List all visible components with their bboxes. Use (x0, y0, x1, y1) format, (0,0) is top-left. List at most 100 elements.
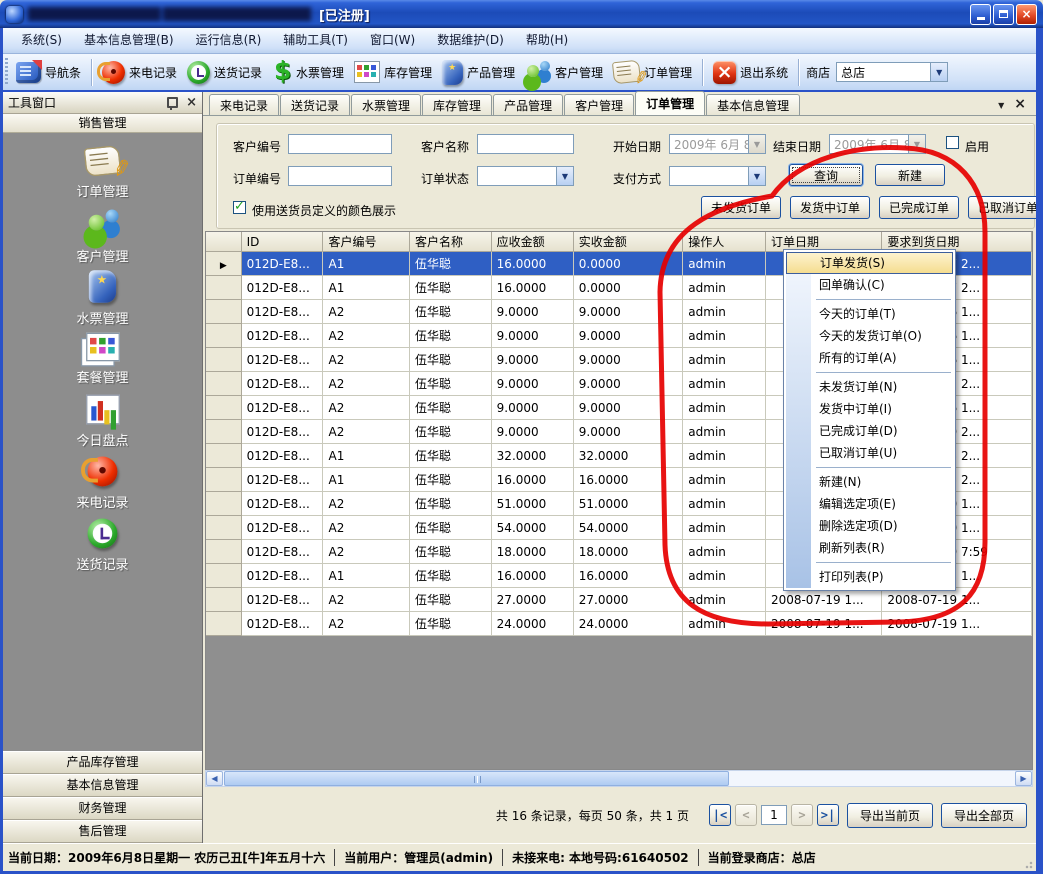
context-menu-item[interactable]: 已完成订单(D) (786, 420, 953, 442)
sidebar-item-delivery-record[interactable]: 送货记录 (28, 516, 178, 578)
order-status-select[interactable]: ▼ (477, 166, 574, 186)
tab-库存管理[interactable]: 库存管理 (422, 94, 492, 115)
column-header[interactable]: 客户名称 (409, 232, 491, 252)
close-button[interactable]: × (1016, 4, 1037, 25)
toolbar-delivery-record-button[interactable]: 送货记录 (182, 59, 267, 86)
status-filter-button[interactable]: 未发货订单 (701, 196, 781, 219)
tab-dropdown-icon[interactable] (998, 97, 1004, 111)
tab-基本信息管理[interactable]: 基本信息管理 (706, 94, 800, 115)
row-selector-cell[interactable] (206, 300, 241, 324)
menubar-item[interactable]: 运行信息(R) (185, 28, 273, 53)
resize-grip[interactable] (1025, 859, 1035, 869)
context-menu-item[interactable]: 编辑选定项(E) (786, 493, 953, 515)
context-menu-item[interactable]: 订单发货(S) (786, 252, 953, 274)
row-selector-cell[interactable] (206, 396, 241, 420)
tab-产品管理[interactable]: 产品管理 (493, 94, 563, 115)
customer-no-input[interactable] (288, 134, 392, 154)
toolbar-incoming-call-button[interactable]: 来电记录 (97, 59, 182, 86)
sidebar-group-bar[interactable]: 财务管理 (3, 797, 202, 820)
new-button[interactable]: 新建 (875, 164, 945, 186)
export-current-page-button[interactable]: 导出当前页 (847, 803, 933, 828)
row-selector-cell[interactable] (206, 612, 241, 636)
query-button[interactable]: 查询 (789, 164, 863, 186)
table-row[interactable]: 012D-E8...A2伍华聪24.000024.0000admin2008-0… (206, 612, 1032, 636)
maximize-button[interactable] (993, 4, 1014, 25)
toolbar-order-button[interactable]: 订单管理 (608, 59, 697, 85)
menubar-item[interactable]: 系统(S) (10, 28, 73, 53)
row-selector-cell[interactable] (206, 420, 241, 444)
row-selector-cell[interactable] (206, 564, 241, 588)
row-selector-cell[interactable] (206, 588, 241, 612)
pin-icon[interactable] (167, 97, 178, 108)
export-all-pages-button[interactable]: 导出全部页 (941, 803, 1027, 828)
last-page-button[interactable]: >| (817, 804, 839, 826)
tab-客户管理[interactable]: 客户管理 (564, 94, 634, 115)
sidebar-group-sales[interactable]: 销售管理 (3, 114, 202, 133)
tab-订单管理[interactable]: 订单管理 (635, 91, 705, 115)
row-selector-cell[interactable] (206, 468, 241, 492)
toolbar-exit-button[interactable]: 退出系统 (708, 59, 793, 86)
order-no-input[interactable] (288, 166, 392, 186)
horizontal-scrollbar[interactable]: ◀ ▶ (205, 770, 1033, 787)
column-header[interactable]: 客户编号 (323, 232, 409, 252)
end-date-picker[interactable]: 2009年 6月 8日 ▼ (829, 134, 926, 154)
sidebar-item-combo-package[interactable]: 套餐管理 (28, 330, 178, 392)
context-menu-item[interactable]: 打印列表(P) (786, 566, 953, 588)
column-header[interactable]: 应收金额 (491, 232, 573, 252)
tab-close-icon[interactable] (1014, 97, 1026, 111)
row-selector-cell[interactable] (206, 252, 241, 276)
sidebar-item-customer[interactable]: 客户管理 (28, 206, 178, 268)
context-menu-item[interactable]: 回单确认(C) (786, 274, 953, 296)
toolbar-navigator-button[interactable]: 导航条 (11, 60, 86, 85)
first-page-button[interactable]: |< (709, 804, 731, 826)
table-row[interactable]: 012D-E8...A2伍华聪27.000027.0000admin2008-0… (206, 588, 1032, 612)
context-menu-item[interactable]: 所有的订单(A) (786, 347, 953, 369)
tab-送货记录[interactable]: 送货记录 (280, 94, 350, 115)
column-header[interactable]: 实收金额 (573, 232, 683, 252)
sidebar-item-incoming-call[interactable]: 来电记录 (28, 454, 178, 516)
context-menu-item[interactable]: 删除选定项(D) (786, 515, 953, 537)
status-filter-button[interactable]: 已完成订单 (879, 196, 959, 219)
next-page-button[interactable]: > (791, 804, 813, 826)
minimize-button[interactable] (970, 4, 991, 25)
sidebar-group-bar[interactable]: 售后管理 (3, 820, 202, 843)
scrollbar-track[interactable] (223, 771, 1015, 786)
customer-name-input[interactable] (477, 134, 574, 154)
delivery-color-checkbox[interactable] (233, 201, 246, 214)
menubar-item[interactable]: 帮助(H) (515, 28, 579, 53)
row-selector-cell[interactable] (206, 540, 241, 564)
tab-来电记录[interactable]: 来电记录 (209, 94, 279, 115)
menubar-item[interactable]: 基本信息管理(B) (73, 28, 185, 53)
sidebar-item-order[interactable]: 订单管理 (28, 144, 178, 206)
sidebar-item-daily-stock[interactable]: 今日盘点 (28, 392, 178, 454)
context-menu-item[interactable]: 发货中订单(I) (786, 398, 953, 420)
status-filter-button[interactable]: 发货中订单 (790, 196, 870, 219)
context-menu-item[interactable]: 新建(N) (786, 471, 953, 493)
toolbar-inventory-button[interactable]: 库存管理 (349, 59, 437, 85)
shop-select[interactable]: 总店▼ (836, 62, 948, 82)
menubar-item[interactable]: 数据维护(D) (426, 28, 515, 53)
status-filter-button[interactable]: 已取消订单 (968, 196, 1043, 219)
menubar-item[interactable]: 窗口(W) (359, 28, 426, 53)
scroll-left-icon[interactable]: ◀ (206, 771, 223, 786)
sidebar-item-water-ticket-book[interactable]: 水票管理 (28, 268, 178, 330)
context-menu-item[interactable]: 已取消订单(U) (786, 442, 953, 464)
sidebar-group-bar[interactable]: 基本信息管理 (3, 774, 202, 797)
page-number-input[interactable] (761, 805, 787, 825)
row-selector-cell[interactable] (206, 324, 241, 348)
toolbar-water-ticket-button[interactable]: 水票管理 (267, 57, 349, 87)
pay-method-select[interactable]: ▼ (669, 166, 766, 186)
prev-page-button[interactable]: < (735, 804, 757, 826)
menubar-item[interactable]: 辅助工具(T) (272, 28, 359, 53)
row-selector-cell[interactable] (206, 348, 241, 372)
enable-checkbox[interactable] (946, 136, 959, 149)
column-header[interactable]: ID (241, 232, 323, 252)
context-menu-item[interactable]: 今天的订单(T) (786, 303, 953, 325)
column-header[interactable]: 操作人 (683, 232, 766, 252)
row-selector-cell[interactable] (206, 444, 241, 468)
row-selector-cell[interactable] (206, 516, 241, 540)
toolbar-customer-button[interactable]: 客户管理 (520, 58, 608, 87)
row-selector-cell[interactable] (206, 492, 241, 516)
scrollbar-thumb[interactable] (224, 771, 729, 786)
context-menu-item[interactable]: 刷新列表(R) (786, 537, 953, 559)
